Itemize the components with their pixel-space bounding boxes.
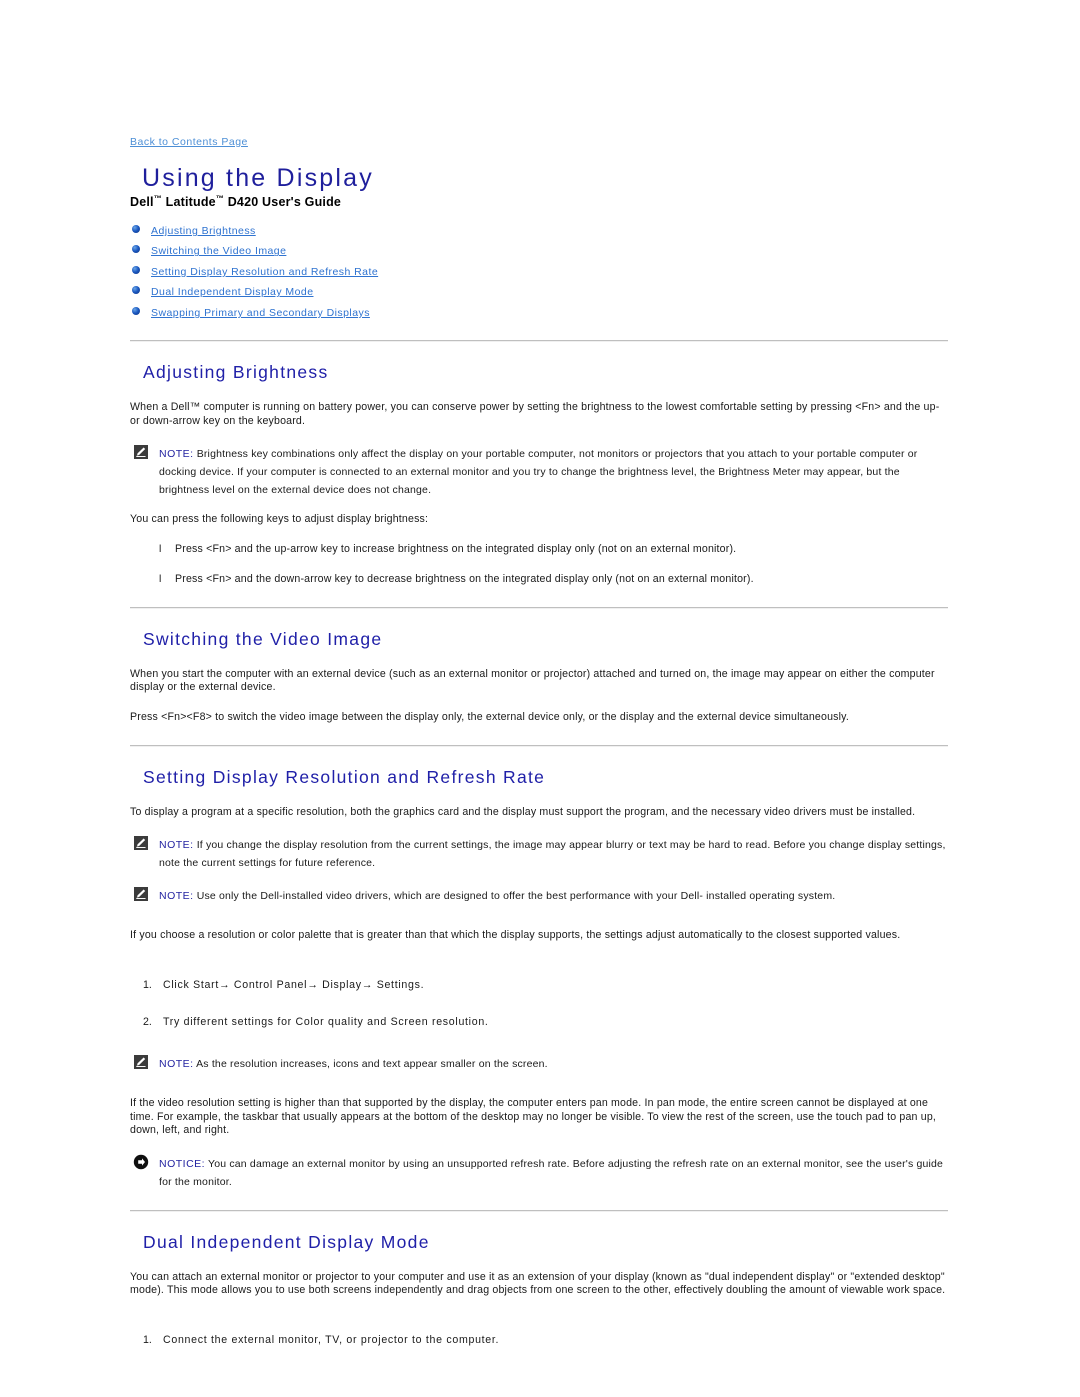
note-label: NOTE: bbox=[159, 839, 194, 852]
brightness-key-list: l Press <Fn> and the up-arrow key to inc… bbox=[130, 543, 950, 587]
section-heading-setting-display-resolution: Setting Display Resolution and Refresh R… bbox=[143, 766, 546, 787]
list-item: Setting Display Resolution and Refresh R… bbox=[132, 264, 950, 279]
section-divider bbox=[130, 744, 948, 747]
note-label: NOTE: bbox=[159, 448, 194, 461]
bullet-dot-icon bbox=[132, 306, 140, 315]
subtitle-dell: Dell™ Latitude™ D420 User's Guide bbox=[130, 193, 342, 209]
table-of-contents: Adjusting Brightness Switching the Video… bbox=[130, 223, 950, 320]
paragraph-keys-intro: You can press the following keys to adju… bbox=[130, 513, 429, 526]
section-heading-adjusting-brightness: Adjusting Brightness bbox=[143, 361, 329, 382]
back-to-contents-link[interactable]: Back to Contents Page bbox=[130, 136, 248, 148]
step-text-try-settings: Try different settings for Color quality… bbox=[163, 1016, 489, 1029]
toc-link-switching-video-image[interactable]: Switching the Video Image bbox=[151, 245, 286, 257]
page-title: Using the Display bbox=[142, 164, 374, 192]
notice-body: You can damage an external monitor by us… bbox=[159, 1157, 944, 1188]
list-item: 2. Try different settings for Color qual… bbox=[130, 1016, 950, 1030]
resolution-steps-list: 1. Click Start→ Control Panel→ Display→ … bbox=[130, 979, 950, 1030]
step-number: 2. bbox=[143, 1016, 152, 1029]
note-callout-resolution-2: NOTE: Use only the Dell-installed video … bbox=[132, 886, 950, 904]
paragraph-switching-2: Press <Fn><F8> to switch the video image… bbox=[130, 711, 849, 724]
step-number: 1. bbox=[143, 1334, 152, 1346]
note-body: As the resolution increases, icons and t… bbox=[193, 1058, 548, 1071]
list-item: l Press <Fn> and the down-arrow key to d… bbox=[130, 573, 950, 587]
note-body: Brightness key combinations only affect … bbox=[159, 448, 918, 497]
step-number: 1. bbox=[143, 978, 152, 991]
dash-bullet-icon: l bbox=[159, 542, 162, 555]
note-body: Use only the Dell-installed video driver… bbox=[193, 890, 836, 903]
bullet-dot-icon bbox=[132, 245, 140, 254]
bullet-dot-icon bbox=[132, 286, 140, 295]
section-heading-switching-video-image: Switching the Video Image bbox=[143, 628, 383, 649]
list-item: Adjusting Brightness bbox=[132, 223, 950, 238]
step-text-connect-monitor: Connect the external monitor, TV, or pro… bbox=[163, 1334, 500, 1346]
note-pencil-icon bbox=[134, 836, 148, 851]
toc-link-setting-display-resolution[interactable]: Setting Display Resolution and Refresh R… bbox=[151, 266, 378, 278]
note-callout-resolution-1: NOTE: If you change the display resoluti… bbox=[132, 835, 950, 871]
toc-link-swapping-displays[interactable]: Swapping Primary and Secondary Displays bbox=[151, 307, 370, 319]
notice-label: NOTICE: bbox=[159, 1157, 206, 1170]
note-pencil-icon bbox=[134, 887, 148, 902]
notice-text-refresh-rate: NOTICE: You can damage an external monit… bbox=[159, 1158, 943, 1188]
subtitle-latitude: Latitude bbox=[161, 194, 216, 209]
subtitle-model: D420 User's Guide bbox=[224, 194, 342, 209]
list-item: Dual Independent Display Mode bbox=[132, 284, 950, 299]
note-body: If you change the display resolution fro… bbox=[159, 839, 946, 870]
toc-link-dual-independent-display[interactable]: Dual Independent Display Mode bbox=[151, 286, 313, 298]
list-item: Swapping Primary and Secondary Displays bbox=[132, 305, 950, 320]
page-subtitle: Dell™ Latitude™ D420 User's Guide bbox=[130, 194, 950, 209]
brightness-key-up: Press <Fn> and the up-arrow key to incre… bbox=[175, 542, 737, 555]
note-text-resolution-1: NOTE: If you change the display resoluti… bbox=[159, 839, 946, 869]
trademark-symbol-2: ™ bbox=[215, 193, 225, 203]
notice-arrow-icon bbox=[133, 1154, 149, 1170]
note-pencil-icon bbox=[134, 1055, 148, 1070]
document-page: Back to Contents Page Using the Display … bbox=[0, 0, 1080, 1397]
note-text-resolution-2: NOTE: Use only the Dell-installed video … bbox=[159, 890, 835, 902]
document-content: Back to Contents Page Using the Display … bbox=[130, 132, 950, 1372]
note-pencil-icon bbox=[134, 445, 148, 460]
trademark-symbol-1: ™ bbox=[153, 193, 162, 203]
brightness-key-down: Press <Fn> and the down-arrow key to dec… bbox=[175, 573, 754, 586]
paragraph-pan-mode: If the video resolution setting is highe… bbox=[130, 1097, 937, 1137]
section-divider bbox=[130, 339, 948, 342]
dual-display-steps-list: 1. Connect the external monitor, TV, or … bbox=[130, 1334, 950, 1348]
toc-link-adjusting-brightness[interactable]: Adjusting Brightness bbox=[151, 225, 256, 237]
bullet-dot-icon bbox=[132, 265, 140, 274]
paragraph-palette: If you choose a resolution or color pale… bbox=[130, 929, 901, 942]
note-label: NOTE: bbox=[159, 890, 194, 903]
section-divider bbox=[130, 1209, 948, 1212]
list-item: Switching the Video Image bbox=[132, 243, 950, 258]
paragraph-brightness-intro: When a Dell™ computer is running on batt… bbox=[130, 400, 940, 427]
step-text-click-start: Click Start→ Control Panel→ Display→ Set… bbox=[163, 978, 425, 991]
note-text-resolution-3: NOTE: As the resolution increases, icons… bbox=[159, 1058, 548, 1070]
section-divider bbox=[130, 606, 948, 609]
paragraph-resolution-intro: To display a program at a specific resol… bbox=[130, 805, 916, 818]
note-callout-brightness: NOTE: Brightness key combinations only a… bbox=[132, 444, 950, 498]
note-label: NOTE: bbox=[159, 1058, 194, 1071]
paragraph-dual-display: You can attach an external monitor or pr… bbox=[130, 1270, 946, 1297]
list-item: 1. Click Start→ Control Panel→ Display→ … bbox=[130, 979, 950, 993]
note-callout-resolution-3: NOTE: As the resolution increases, icons… bbox=[132, 1054, 950, 1072]
paragraph-switching-1: When you start the computer with an exte… bbox=[130, 667, 935, 694]
bullet-dot-icon bbox=[132, 224, 140, 233]
dash-bullet-icon: l bbox=[159, 573, 162, 586]
notice-callout-refresh-rate: NOTICE: You can damage an external monit… bbox=[132, 1154, 950, 1190]
list-item: l Press <Fn> and the up-arrow key to inc… bbox=[130, 543, 950, 557]
note-text-brightness: NOTE: Brightness key combinations only a… bbox=[159, 448, 917, 496]
section-heading-dual-independent-display: Dual Independent Display Mode bbox=[143, 1231, 430, 1252]
list-item: 1. Connect the external monitor, TV, or … bbox=[130, 1334, 950, 1348]
